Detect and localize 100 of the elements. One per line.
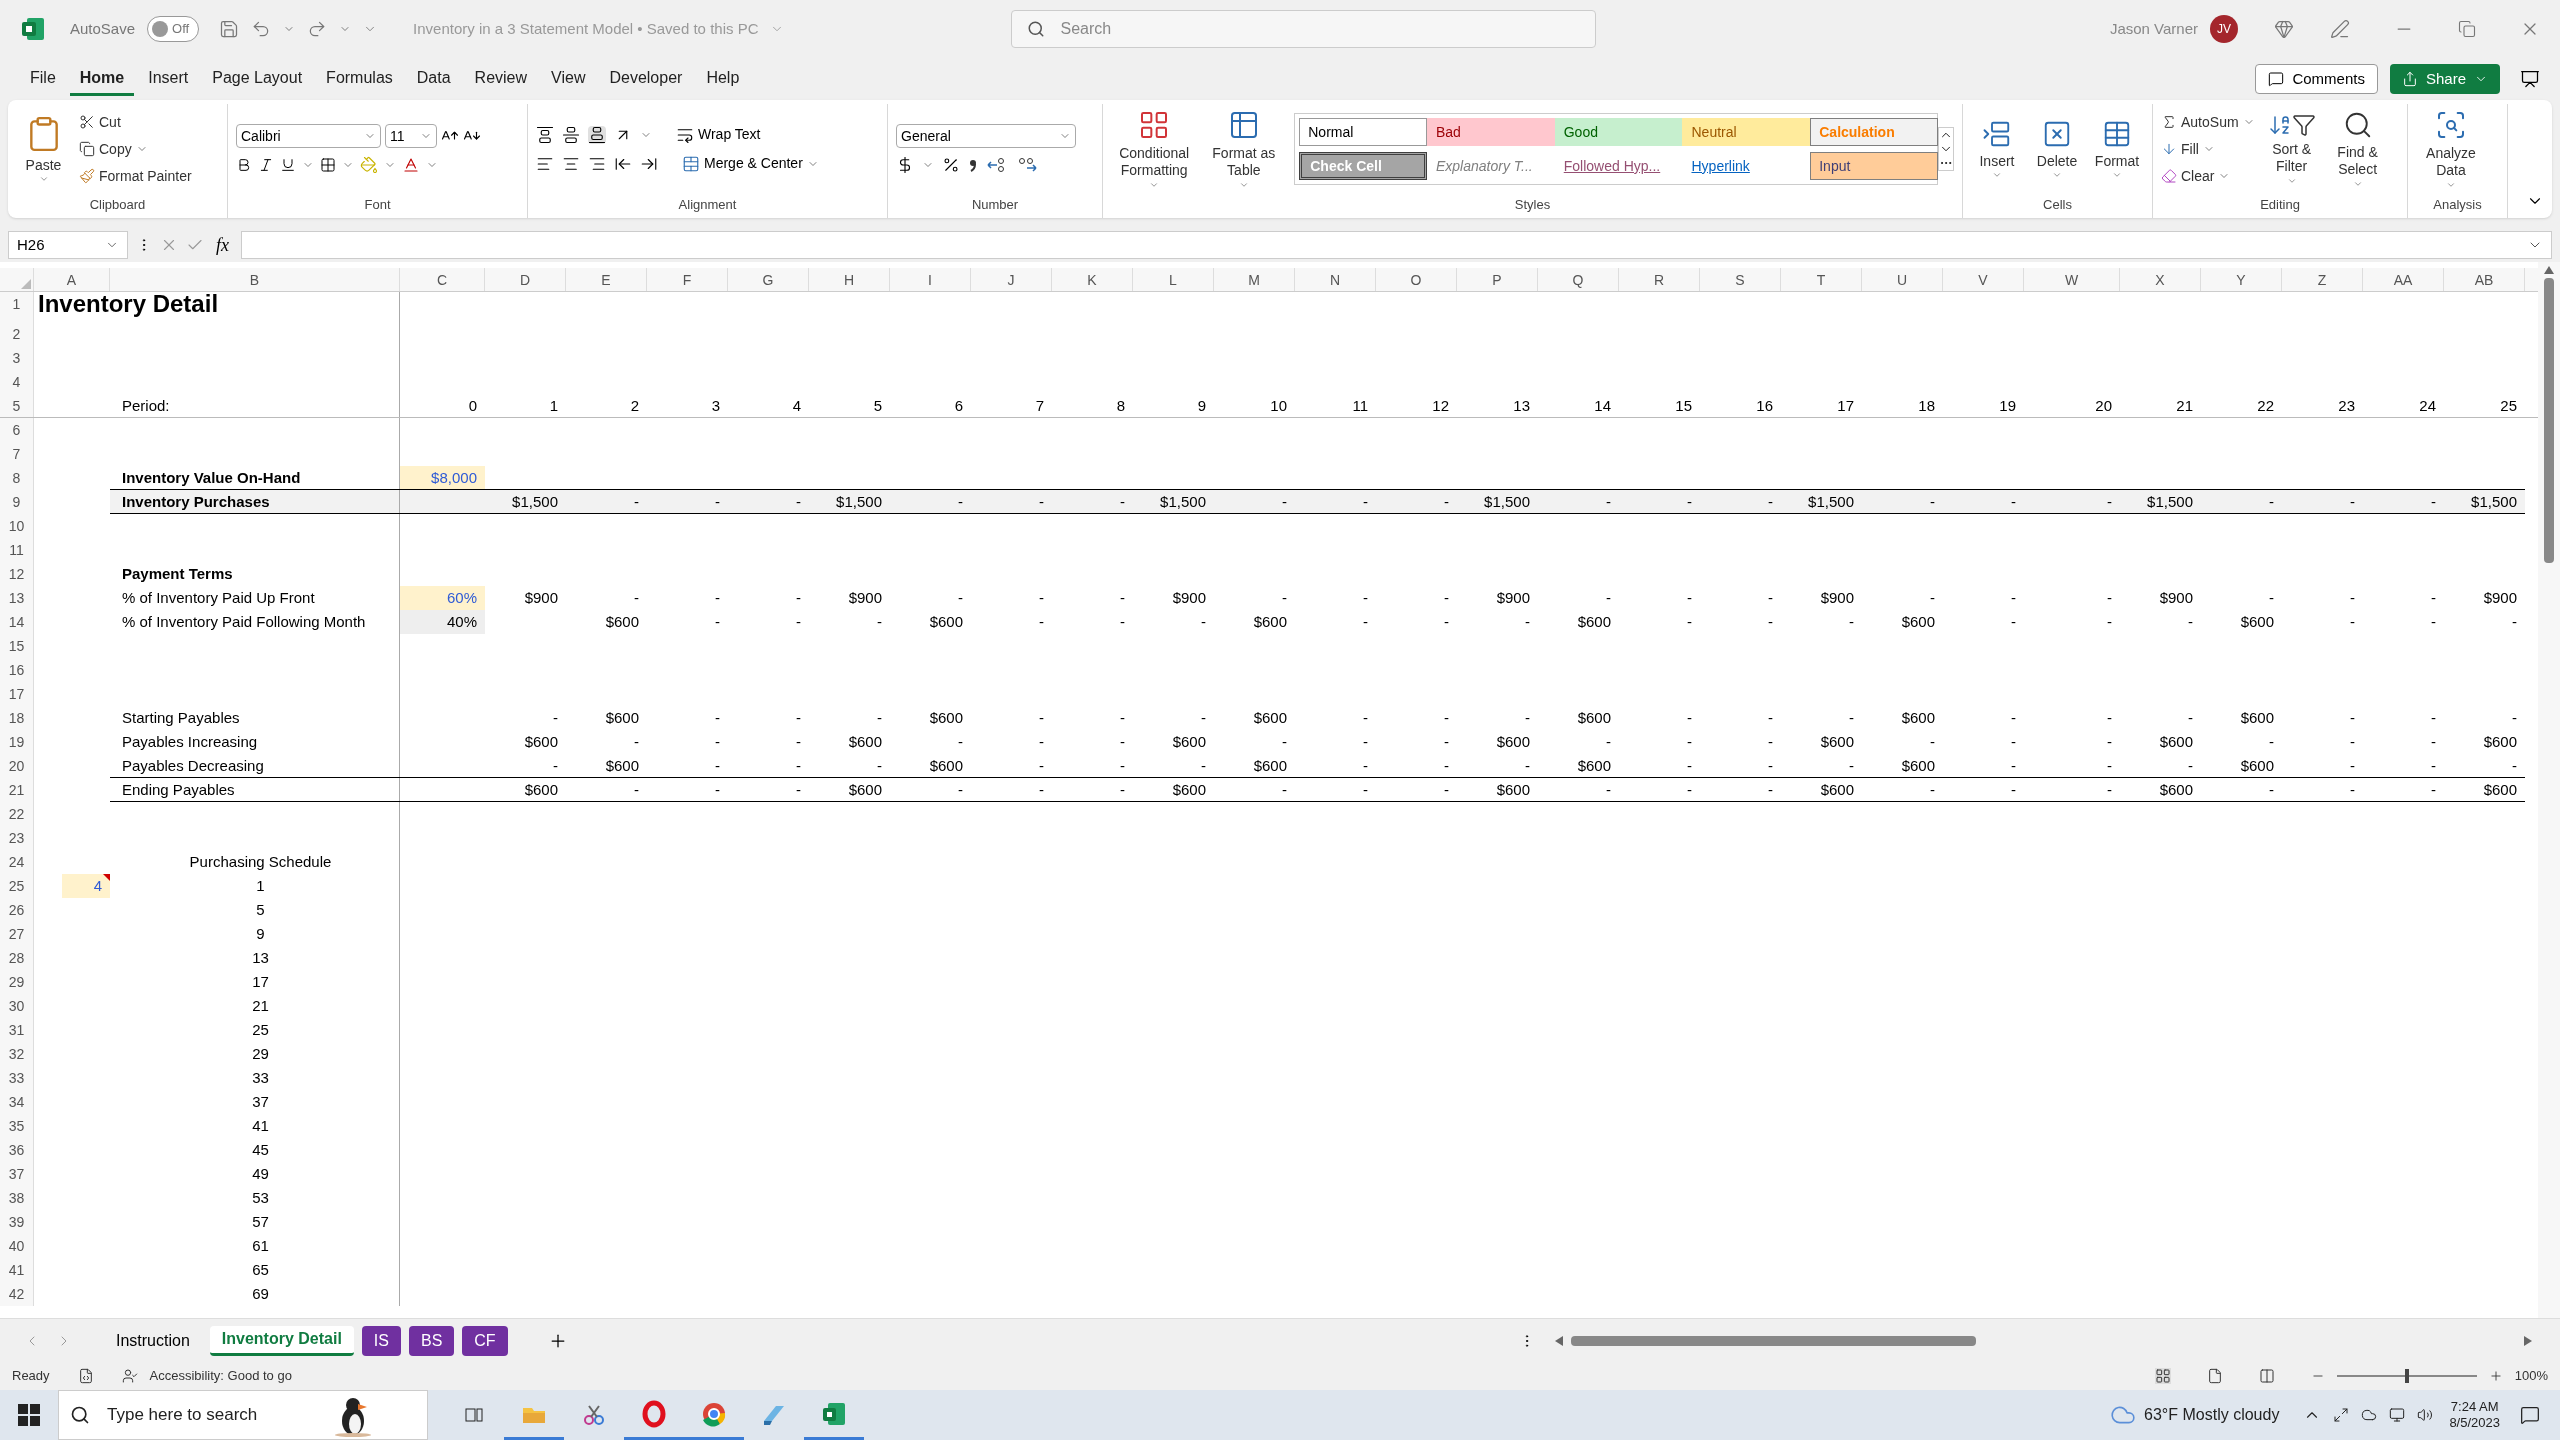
column-header[interactable]: V bbox=[1943, 268, 2024, 291]
taskbar-search-field[interactable]: Type here to search bbox=[58, 1390, 428, 1440]
volume-icon[interactable] bbox=[2417, 1407, 2434, 1423]
menu-tab[interactable]: Page Layout bbox=[202, 62, 313, 96]
windows-logo-icon[interactable] bbox=[18, 1404, 40, 1426]
conditional-formatting-button[interactable]: Conditional Formatting bbox=[1111, 108, 1198, 190]
comma-style-icon[interactable] bbox=[968, 157, 978, 174]
menu-tab[interactable]: Insert bbox=[138, 62, 199, 96]
font-size-dropdown[interactable]: 11 bbox=[385, 124, 437, 149]
sheet-tab[interactable]: BS bbox=[408, 1325, 455, 1356]
page-layout-icon[interactable] bbox=[2206, 1368, 2223, 1384]
cell-style-option[interactable]: Neutral bbox=[1682, 118, 1811, 147]
autosave-toggle[interactable]: Off bbox=[147, 16, 200, 42]
menu-tab[interactable]: Data bbox=[406, 62, 461, 96]
column-header[interactable]: D bbox=[485, 268, 566, 291]
zoom-slider[interactable] bbox=[2336, 1369, 2477, 1383]
scroll-up-icon[interactable] bbox=[2544, 266, 2554, 274]
format-painter-button[interactable]: Format Painter bbox=[79, 165, 192, 187]
column-header[interactable]: Z bbox=[2282, 268, 2363, 291]
notifications-icon[interactable] bbox=[2520, 1405, 2540, 1425]
sheet-tab[interactable]: Inventory Detail bbox=[209, 1325, 354, 1356]
menu-tab[interactable]: File bbox=[20, 62, 66, 96]
presenter-icon[interactable] bbox=[2520, 69, 2540, 89]
column-header[interactable]: J bbox=[971, 268, 1052, 291]
scroll-right-icon[interactable] bbox=[2524, 1335, 2532, 1346]
italic-icon[interactable] bbox=[258, 157, 274, 174]
sheet-tab[interactable]: Instruction bbox=[104, 1325, 202, 1356]
column-header[interactable]: T bbox=[1781, 268, 1862, 291]
comments-button[interactable]: Comments bbox=[2255, 64, 2378, 94]
clock-date[interactable]: 8/5/2023 bbox=[2449, 1415, 2500, 1432]
accessibility-icon[interactable] bbox=[121, 1368, 138, 1384]
sheet-tab[interactable]: IS bbox=[361, 1325, 401, 1356]
top-align-icon[interactable] bbox=[536, 125, 554, 144]
autosum-button[interactable]: AutoSum bbox=[2161, 111, 2255, 133]
column-header[interactable]: A bbox=[34, 268, 110, 291]
pen-icon[interactable] bbox=[2330, 19, 2350, 39]
column-header[interactable]: L bbox=[1133, 268, 1214, 291]
clock-time[interactable]: 7:24 AM bbox=[2450, 1398, 2499, 1415]
column-header[interactable]: H bbox=[809, 268, 890, 291]
find-select-button[interactable]: Find & Select bbox=[2328, 109, 2387, 189]
cells-button[interactable]: Format bbox=[2091, 118, 2143, 180]
diamond-icon[interactable] bbox=[2274, 19, 2294, 39]
font-name-dropdown[interactable]: Calibri bbox=[236, 124, 381, 149]
cell-style-option[interactable]: Normal bbox=[1299, 118, 1428, 147]
menu-tab[interactable]: Help bbox=[696, 62, 750, 96]
column-header[interactable]: E bbox=[566, 268, 647, 291]
cell-style-option[interactable]: Bad bbox=[1427, 118, 1555, 147]
menu-tab[interactable]: Review bbox=[464, 62, 538, 96]
column-header[interactable]: G bbox=[728, 268, 809, 291]
save-icon[interactable] bbox=[219, 19, 240, 39]
menu-tab[interactable]: Home bbox=[69, 62, 135, 96]
bottom-align-icon[interactable] bbox=[588, 125, 606, 144]
merge-center-button[interactable]: Merge & Center bbox=[682, 153, 819, 175]
column-header[interactable]: F bbox=[647, 268, 728, 291]
menu-tab[interactable]: Formulas bbox=[316, 62, 403, 96]
cut-button[interactable]: Cut bbox=[79, 111, 192, 133]
font-color-icon[interactable] bbox=[402, 156, 420, 175]
menu-tab[interactable]: Developer bbox=[599, 62, 693, 96]
share-button[interactable]: Share bbox=[2389, 64, 2500, 94]
normal-view-icon[interactable] bbox=[2154, 1368, 2171, 1384]
formula-input[interactable] bbox=[241, 231, 2552, 259]
scrollbar-thumb[interactable] bbox=[2544, 278, 2554, 563]
menu-tab[interactable]: View bbox=[541, 62, 596, 96]
scrollbar-thumb[interactable] bbox=[1571, 1335, 1976, 1346]
column-header[interactable]: M bbox=[1214, 268, 1295, 291]
insert-function-button[interactable]: fx bbox=[212, 231, 233, 259]
restore-icon[interactable] bbox=[2458, 20, 2476, 38]
sheet-tab[interactable]: CF bbox=[462, 1325, 508, 1356]
column-header[interactable]: S bbox=[1700, 268, 1781, 291]
zoom-level[interactable]: 100% bbox=[2514, 1366, 2548, 1386]
network-icon[interactable] bbox=[2389, 1407, 2406, 1423]
column-header[interactable]: C bbox=[400, 268, 485, 291]
excel-logo-icon[interactable] bbox=[20, 16, 46, 42]
name-box[interactable]: H26 bbox=[8, 231, 128, 259]
column-header[interactable]: AB bbox=[2444, 268, 2525, 291]
column-header[interactable]: K bbox=[1052, 268, 1133, 291]
user-avatar[interactable]: JV bbox=[2210, 15, 2238, 43]
cell-style-option[interactable]: Good bbox=[1554, 118, 1683, 147]
paste-button[interactable]: Paste bbox=[16, 114, 71, 184]
underline-icon[interactable] bbox=[280, 157, 296, 174]
page-break-icon[interactable] bbox=[2258, 1368, 2275, 1384]
column-header[interactable]: U bbox=[1862, 268, 1943, 291]
cell-style-option[interactable]: Input bbox=[1810, 152, 1939, 181]
column-header[interactable]: Q bbox=[1538, 268, 1619, 291]
column-header[interactable]: X bbox=[2120, 268, 2201, 291]
column-header[interactable]: I bbox=[890, 268, 971, 291]
column-header[interactable]: N bbox=[1295, 268, 1376, 291]
format-as-table-button[interactable]: Format as Table bbox=[1205, 108, 1283, 190]
borders-icon[interactable] bbox=[320, 157, 336, 174]
weather-text[interactable]: 63°F Mostly cloudy bbox=[2144, 1403, 2280, 1427]
cells-button[interactable]: Insert bbox=[1971, 118, 2023, 180]
number-format-dropdown[interactable]: General bbox=[896, 124, 1076, 149]
column-header[interactable]: AA bbox=[2363, 268, 2444, 291]
column-header[interactable]: P bbox=[1457, 268, 1538, 291]
ring-icon[interactable] bbox=[640, 1399, 668, 1428]
sort-filter-button[interactable]: Sort & Filter bbox=[2262, 112, 2321, 186]
percent-icon[interactable] bbox=[942, 156, 960, 175]
copy-button[interactable]: Copy bbox=[79, 138, 192, 160]
tray-icon[interactable] bbox=[2333, 1407, 2350, 1423]
analyze-data-button[interactable]: Analyze Data bbox=[2416, 108, 2486, 190]
